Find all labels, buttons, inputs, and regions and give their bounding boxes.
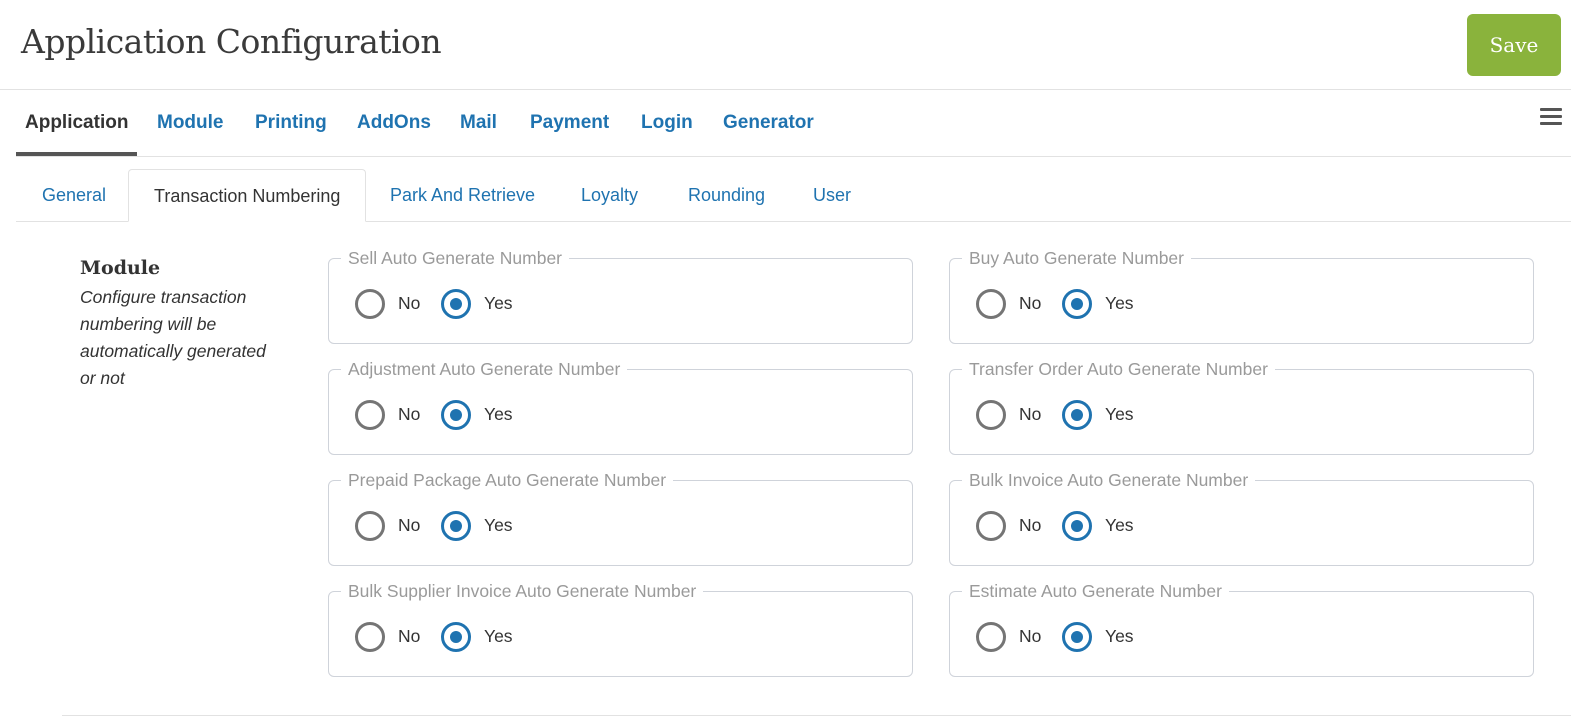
tab-mail[interactable]: Mail — [451, 90, 506, 156]
transfer-order-auto-generate-group: Transfer Order Auto Generate Number No Y… — [949, 358, 1534, 455]
radio-no[interactable] — [355, 289, 385, 319]
radio-yes-label: Yes — [484, 515, 513, 535]
radio-yes[interactable] — [1062, 400, 1092, 430]
bulk-invoice-auto-generate-group: Bulk Invoice Auto Generate Number No Yes — [949, 469, 1534, 566]
radio-no-label: No — [398, 293, 421, 313]
radio-no-label: No — [1019, 626, 1042, 646]
tab-login[interactable]: Login — [632, 90, 702, 156]
radio-no-label: No — [398, 515, 421, 535]
radio-yes-label: Yes — [484, 404, 513, 424]
section-description: Configure transaction numbering will be … — [80, 287, 266, 388]
radio-yes-label: Yes — [1105, 404, 1134, 424]
radio-yes[interactable] — [441, 289, 471, 319]
radio-no[interactable] — [976, 511, 1006, 541]
subtab-transaction-numbering[interactable]: Transaction Numbering — [128, 169, 367, 222]
setting-label: Buy Auto Generate Number — [962, 247, 1191, 269]
page-header: Application Configuration Save — [0, 0, 1571, 90]
radio-yes-label: Yes — [1105, 293, 1134, 313]
radio-no[interactable] — [976, 400, 1006, 430]
buy-auto-generate-group: Buy Auto Generate Number No Yes — [949, 247, 1534, 344]
radio-yes[interactable] — [441, 400, 471, 430]
tab-addons[interactable]: AddOns — [348, 90, 440, 156]
radio-no-label: No — [1019, 404, 1042, 424]
radio-yes[interactable] — [441, 622, 471, 652]
subtab-user[interactable]: User — [788, 169, 876, 221]
page-title: Application Configuration — [21, 22, 442, 61]
tab-application[interactable]: Application — [16, 90, 138, 156]
estimate-auto-generate-group: Estimate Auto Generate Number No Yes — [949, 580, 1534, 677]
tab-module[interactable]: Module — [148, 90, 233, 156]
adjustment-auto-generate-group: Adjustment Auto Generate Number No Yes — [328, 358, 913, 455]
radio-no[interactable] — [355, 622, 385, 652]
setting-label: Adjustment Auto Generate Number — [341, 358, 628, 380]
setting-label: Estimate Auto Generate Number — [962, 580, 1229, 602]
radio-no-label: No — [398, 626, 421, 646]
hamburger-menu-icon[interactable] — [1540, 108, 1562, 128]
radio-no[interactable] — [976, 289, 1006, 319]
radio-no[interactable] — [976, 622, 1006, 652]
main-tab-bar: Application Module Printing AddOns Mail … — [16, 90, 1571, 157]
radio-no-label: No — [1019, 515, 1042, 535]
radio-yes-label: Yes — [484, 626, 513, 646]
tab-payment[interactable]: Payment — [521, 90, 618, 156]
radio-no-label: No — [1019, 293, 1042, 313]
radio-yes[interactable] — [1062, 511, 1092, 541]
subtab-loyalty[interactable]: Loyalty — [556, 169, 663, 221]
section-divider — [62, 715, 1571, 716]
setting-label: Sell Auto Generate Number — [341, 247, 570, 269]
subtab-rounding[interactable]: Rounding — [663, 169, 790, 221]
setting-label: Bulk Supplier Invoice Auto Generate Numb… — [341, 580, 704, 602]
setting-label: Transfer Order Auto Generate Number — [962, 358, 1275, 380]
setting-label: Bulk Invoice Auto Generate Number — [962, 469, 1256, 491]
sell-auto-generate-group: Sell Auto Generate Number No Yes — [328, 247, 913, 344]
radio-no[interactable] — [355, 400, 385, 430]
subtab-park-and-retrieve[interactable]: Park And Retrieve — [365, 169, 560, 221]
radio-yes[interactable] — [441, 511, 471, 541]
sub-tab-bar: General Transaction Numbering Park And R… — [16, 157, 1571, 222]
radio-yes[interactable] — [1062, 622, 1092, 652]
prepaid-package-auto-generate-group: Prepaid Package Auto Generate Number No … — [328, 469, 913, 566]
radio-no[interactable] — [355, 511, 385, 541]
bulk-supplier-invoice-auto-generate-group: Bulk Supplier Invoice Auto Generate Numb… — [328, 580, 913, 677]
radio-yes-label: Yes — [1105, 515, 1134, 535]
setting-label: Prepaid Package Auto Generate Number — [341, 469, 674, 491]
tab-generator[interactable]: Generator — [714, 90, 823, 156]
radio-yes[interactable] — [1062, 289, 1092, 319]
subtab-general[interactable]: General — [17, 169, 131, 221]
radio-yes-label: Yes — [484, 293, 513, 313]
radio-no-label: No — [398, 404, 421, 424]
tab-printing[interactable]: Printing — [246, 90, 336, 156]
section-title: Module — [80, 257, 161, 279]
radio-yes-label: Yes — [1105, 626, 1134, 646]
save-button[interactable]: Save — [1467, 14, 1561, 76]
